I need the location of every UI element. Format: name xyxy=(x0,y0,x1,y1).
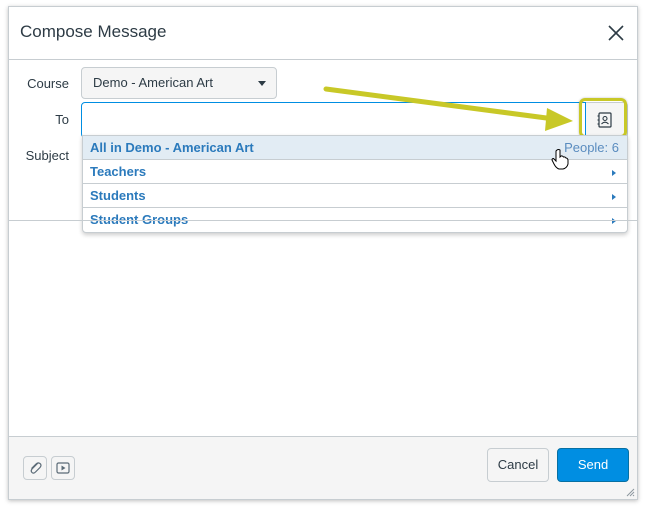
attachment-icon xyxy=(30,462,42,474)
compose-dialog: Compose Message Course Demo - American A… xyxy=(8,6,638,500)
recipient-option-label: Students xyxy=(90,188,146,203)
caret-right-icon xyxy=(612,170,616,176)
caret-down-icon xyxy=(258,81,266,86)
body-divider xyxy=(9,220,637,221)
address-book-button[interactable] xyxy=(586,102,628,138)
recipient-option-all[interactable]: All in Demo - American Art People: 6 xyxy=(83,136,627,160)
dialog-footer: Cancel Send xyxy=(9,436,637,499)
close-icon[interactable] xyxy=(605,22,627,44)
to-label: To xyxy=(55,112,69,127)
cancel-button[interactable]: Cancel xyxy=(487,448,549,482)
record-media-button[interactable] xyxy=(51,456,75,480)
recipient-option-students[interactable]: Students xyxy=(83,184,627,208)
dialog-titlebar: Compose Message xyxy=(9,7,637,60)
recipient-option-label: Teachers xyxy=(90,164,147,179)
address-book-icon xyxy=(597,112,612,128)
subject-label: Subject xyxy=(25,148,69,163)
media-icon xyxy=(56,462,70,474)
course-select[interactable]: Demo - American Art xyxy=(81,67,277,99)
recipients-dropdown: All in Demo - American Art People: 6 Tea… xyxy=(82,135,628,233)
to-input[interactable] xyxy=(81,102,586,138)
people-count: People: 6 xyxy=(564,140,619,155)
send-button[interactable]: Send xyxy=(557,448,629,482)
caret-right-icon xyxy=(612,194,616,200)
recipient-option-teachers[interactable]: Teachers xyxy=(83,160,627,184)
attach-file-button[interactable] xyxy=(23,456,47,480)
recipient-option-label: All in Demo - American Art xyxy=(90,140,254,155)
caret-right-icon xyxy=(612,218,616,224)
dialog-title: Compose Message xyxy=(20,22,167,41)
course-select-value: Demo - American Art xyxy=(93,75,213,90)
resize-handle-icon[interactable] xyxy=(625,487,635,497)
course-label: Course xyxy=(27,76,69,91)
